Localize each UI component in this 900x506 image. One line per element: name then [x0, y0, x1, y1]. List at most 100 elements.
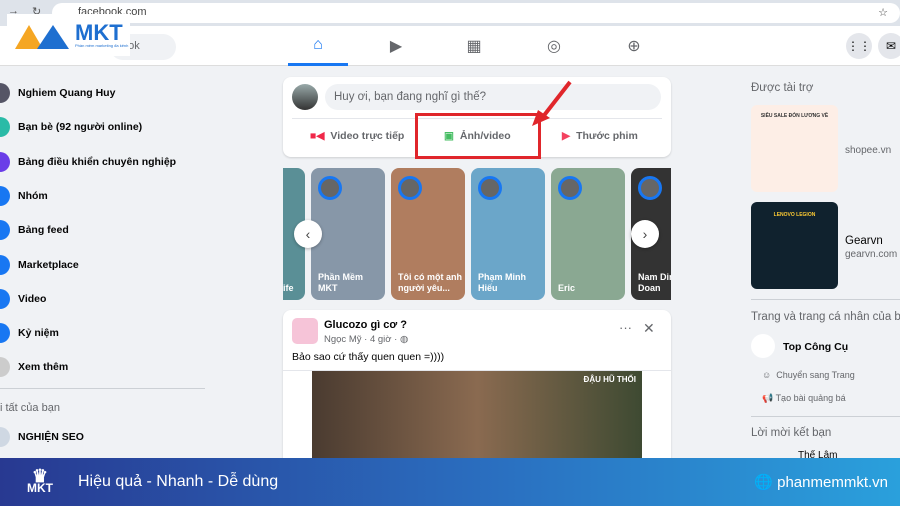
sidebar-item[interactable]: Nghiem Quang Huy — [0, 76, 210, 110]
create-promotion-label: Tạo bài quảng bá — [775, 393, 846, 403]
reels-button[interactable]: ▶ Thước phim — [562, 130, 638, 142]
sidebar-item-label: Bạn bè (92 người online) — [18, 121, 143, 134]
reels-icon: ▶ — [562, 130, 571, 142]
sidebar-item-label: Nghiem Quang Huy — [18, 87, 116, 99]
story-avatar — [638, 176, 662, 200]
marketplace-icon — [0, 254, 10, 275]
composer-input[interactable]: Huy ơi, bạn đang nghĩ gì thế? — [325, 84, 661, 110]
sidebar-item[interactable]: Kỷ niệm — [0, 316, 210, 350]
post-group-title[interactable]: Glucozo gì cơ ? — [324, 319, 407, 331]
friends-icon — [0, 117, 10, 138]
sponsored-title: Được tài trợ — [751, 82, 814, 94]
story-label: Phần Mềm MKT — [318, 272, 364, 293]
live-video-label: Video trực tiếp — [330, 130, 405, 142]
ad-banner-text: SIÊU SALE ĐÓN LƯƠNG VỀ — [760, 113, 829, 119]
switch-page-label: Chuyển sang Trang — [776, 370, 855, 380]
nav-gaming[interactable]: ⊕ — [604, 26, 664, 66]
sidebar-item[interactable]: Bạn bè (92 người online) — [0, 110, 210, 144]
page-name[interactable]: Top Công Cụ — [783, 341, 848, 353]
more-options-icon[interactable]: ··· — [619, 320, 632, 335]
globe-icon: 🌐 — [754, 474, 773, 491]
groups-icon — [0, 185, 10, 206]
gearvn-ad-image[interactable]: LENOVO LEGION — [751, 202, 838, 289]
story-label: Phạm Minh Hiếu — [478, 272, 527, 293]
shopee-ad-image[interactable]: SIÊU SALE ĐÓN LƯƠNG VỀ — [751, 105, 838, 192]
ad-title[interactable]: Gearvn — [845, 235, 883, 247]
menu-grid-icon[interactable]: ⋮⋮ — [846, 33, 872, 59]
logo-text: MKT — [75, 19, 123, 45]
divider — [0, 388, 205, 389]
story-card[interactable]: Phần Mềm MKT — [311, 168, 385, 300]
dashboard-icon — [0, 151, 10, 172]
avatar — [0, 83, 10, 103]
memories-icon — [0, 323, 10, 344]
highlight-box — [415, 113, 541, 159]
stories-next-button[interactable]: › — [631, 220, 659, 248]
footer-website: 🌐 phanmemmkt.vn — [754, 473, 888, 491]
story-label: Nam Dinh Doan — [638, 272, 671, 293]
group-icon — [0, 427, 10, 447]
post-author[interactable]: Ngọc Mỹ — [324, 334, 361, 345]
sidebar-item[interactable]: Xem thêm — [0, 350, 210, 384]
group-avatar — [292, 318, 318, 344]
footer-logo-text: MKT — [27, 481, 53, 495]
post-time[interactable]: 4 giờ — [370, 334, 392, 345]
reels-label: Thước phim — [576, 130, 638, 142]
sidebar-item[interactable]: Marketplace — [0, 248, 210, 282]
feed-icon — [0, 220, 10, 241]
friend-requests-title: Lời mời kết bạn — [751, 427, 832, 439]
footer-site-text: phanmemmkt.vn — [777, 474, 888, 491]
footer-slogan: Hiệu quả - Nhanh - Dễ dùng — [78, 473, 279, 490]
switch-page-link[interactable]: ☺ Chuyển sang Trang — [762, 370, 855, 380]
close-icon[interactable]: ✕ — [643, 320, 655, 337]
logo-subtitle: Phần mềm marketing đa kênh — [75, 42, 129, 48]
story-avatar — [478, 176, 502, 200]
story-label: Eric — [558, 283, 576, 293]
story-card[interactable]: Eric — [551, 168, 625, 300]
sidebar-item[interactable]: Video — [0, 282, 210, 316]
nav-watch[interactable]: ▶ — [366, 26, 426, 66]
live-video-button[interactable]: ■◀ Video trực tiếp — [310, 130, 404, 142]
story-avatar — [558, 176, 582, 200]
red-arrow-annotation — [532, 80, 572, 126]
story-card[interactable]: Phạm Minh Hiếu — [471, 168, 545, 300]
ad-site[interactable]: gearvn.com — [845, 249, 897, 260]
chevron-down-icon — [0, 357, 10, 378]
stories-prev-button[interactable]: ‹ — [294, 220, 322, 248]
pages-title: Trang và trang cá nhân của ba — [751, 311, 900, 323]
nav-home[interactable]: ⌂ — [288, 26, 348, 66]
live-video-icon: ■◀ — [310, 130, 325, 142]
mkt-logo: MKT Phần mềm marketing đa kênh — [7, 14, 130, 56]
create-promotion-link[interactable]: 📢 Tạo bài quảng bá — [762, 393, 846, 404]
story-label: Tôi có một anh người yêu... — [398, 272, 462, 293]
mkt-logo-mark — [15, 25, 69, 49]
sidebar-item[interactable]: Nhóm — [0, 179, 210, 213]
divider — [751, 416, 900, 417]
ad-banner-text: LENOVO LEGION — [773, 212, 816, 218]
promo-footer-banner: ♛ MKT Hiệu quả - Nhanh - Dễ dùng 🌐 phanme… — [0, 458, 900, 506]
sidebar-item-label: Kỷ niệm — [18, 327, 59, 340]
megaphone-icon: 📢 — [762, 393, 774, 403]
shortcut-label: NGHIỆN SEO — [18, 431, 84, 443]
image-caption: ĐẬU HŨ THỐI — [583, 375, 636, 384]
sidebar-item-label: Bảng điều khiển chuyên nghiệp — [18, 155, 177, 168]
composer-placeholder: Huy ơi, bạn đang nghĩ gì thế? — [334, 91, 487, 103]
sidebar-item[interactable]: Bảng điều khiển chuyên nghiệp — [0, 145, 210, 179]
story-card[interactable]: Tôi có một anh người yêu... — [391, 168, 465, 300]
sidebar-item[interactable]: Bảng feed — [0, 213, 210, 247]
address-bar[interactable]: facebook.com ☆ — [52, 3, 900, 23]
bookmark-star-icon[interactable]: ☆ — [878, 6, 888, 19]
shortcuts-title: i tất của bạn — [0, 402, 60, 414]
shortcut-nghien-seo[interactable]: NGHIỆN SEO — [0, 420, 210, 454]
footer-logo: ♛ MKT — [27, 466, 53, 495]
ad-site[interactable]: shopee.vn — [845, 145, 891, 156]
post-card: Glucozo gì cơ ? Ngọc Mỹ · 4 giờ · ◍ ··· … — [283, 310, 671, 471]
browser-toolbar: → ↻ facebook.com ☆ — [0, 0, 900, 26]
post-text: Bảo sao cứ thấy quen quen =)))) — [292, 351, 445, 363]
nav-marketplace[interactable]: ▦ — [444, 26, 504, 66]
nav-groups[interactable]: ◎ — [524, 26, 584, 66]
story-avatar — [318, 176, 342, 200]
messenger-icon[interactable]: ✉ — [878, 33, 900, 59]
story-avatar — [398, 176, 422, 200]
post-image[interactable]: ĐẬU HŨ THỐI — [312, 371, 642, 471]
